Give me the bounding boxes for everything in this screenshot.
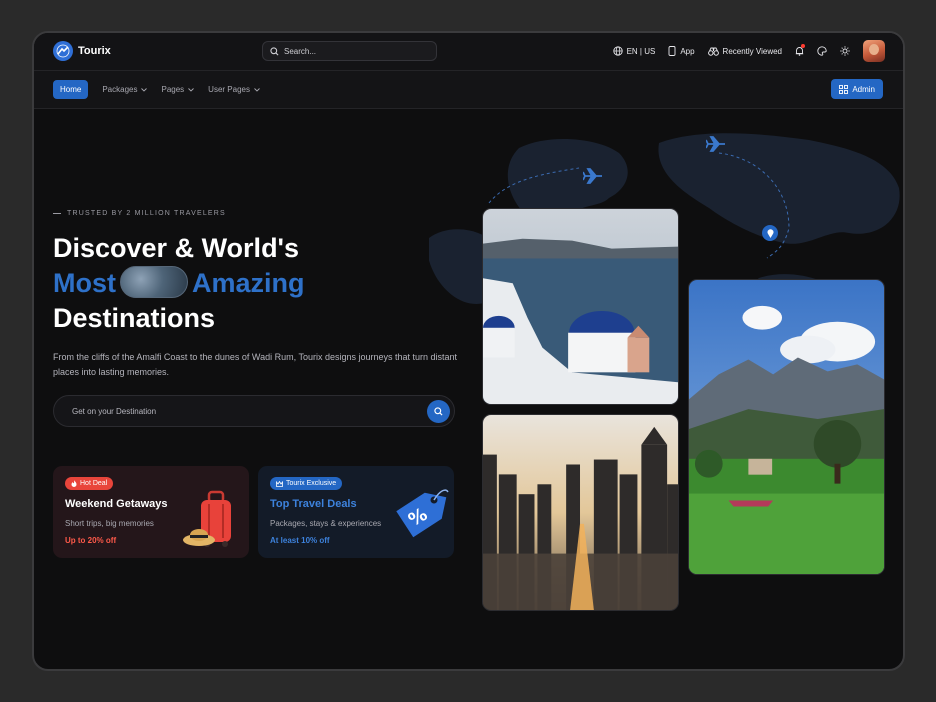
hero-title-amazing: Amazing bbox=[192, 268, 305, 298]
palette-icon bbox=[817, 46, 827, 56]
city-skyline-photo bbox=[482, 414, 679, 611]
hot-deal-badge: Hot Deal bbox=[65, 477, 114, 490]
badge-label: Hot Deal bbox=[80, 480, 108, 487]
card-subtitle: Short trips, big memories bbox=[65, 519, 154, 528]
sun-icon bbox=[840, 46, 850, 56]
header-tools: EN | US App Recently Viewed bbox=[612, 40, 885, 62]
nav-item-packages[interactable]: Packages bbox=[102, 80, 148, 99]
globe-icon bbox=[612, 46, 623, 56]
recently-viewed-link[interactable]: Recently Viewed bbox=[707, 46, 782, 56]
destination-search[interactable]: Get on your Destination bbox=[53, 395, 455, 427]
map-pin-icon bbox=[762, 225, 778, 241]
card-offer: Up to 20% off bbox=[65, 536, 117, 545]
nav-item-label: Packages bbox=[102, 85, 138, 94]
app-label: App bbox=[680, 46, 695, 56]
hero-title-line2: Most Amazing bbox=[53, 266, 305, 301]
chevron-down-icon bbox=[254, 87, 260, 92]
admin-button[interactable]: Admin bbox=[831, 79, 883, 99]
search-icon bbox=[434, 407, 443, 416]
card-offer: At least 10% off bbox=[270, 536, 330, 545]
notification-dot bbox=[801, 44, 805, 48]
santorini-photo bbox=[482, 208, 679, 405]
binoculars-icon bbox=[707, 47, 719, 56]
nav-item-user-pages[interactable]: User Pages bbox=[208, 80, 260, 99]
nav-bar: Home Packages Pages User Pages Admin bbox=[34, 71, 903, 109]
logo-icon bbox=[53, 41, 73, 61]
admin-label: Admin bbox=[852, 84, 875, 94]
chevron-down-icon bbox=[141, 87, 148, 92]
mountain-landscape-photo bbox=[688, 279, 885, 575]
top-bar: Tourix Search... EN | US App Recently Vi… bbox=[34, 33, 903, 71]
search-icon bbox=[270, 46, 279, 55]
hero-title-line1: Discover & World's bbox=[53, 233, 299, 263]
grid-icon bbox=[839, 84, 849, 94]
card-title: Weekend Getaways bbox=[65, 498, 168, 510]
crown-icon bbox=[276, 480, 283, 487]
nav-item-label: Home bbox=[60, 85, 82, 94]
hero-title-line3: Destinations bbox=[53, 303, 216, 333]
brand-name: Tourix bbox=[78, 45, 111, 57]
main-nav: Home Packages Pages User Pages bbox=[53, 80, 264, 99]
search-bar[interactable]: Search... bbox=[262, 41, 437, 61]
flame-icon bbox=[71, 480, 77, 487]
nav-item-home[interactable]: Home bbox=[53, 80, 89, 99]
hero-inline-image bbox=[120, 266, 188, 298]
hero-description: From the cliffs of the Amalfi Coast to t… bbox=[53, 352, 458, 377]
user-avatar[interactable] bbox=[863, 40, 885, 62]
theme-palette-button[interactable] bbox=[817, 46, 827, 56]
hero-eyebrow: TRUSTED BY 2 MILLION TRAVELERS bbox=[53, 210, 226, 217]
app-link[interactable]: App bbox=[668, 46, 695, 56]
nav-item-label: Pages bbox=[161, 85, 185, 94]
recently-viewed-label: Recently Viewed bbox=[722, 46, 782, 56]
brand-logo[interactable]: Tourix bbox=[53, 41, 111, 61]
suitcase-hat-illustration bbox=[183, 490, 231, 547]
destination-search-button[interactable] bbox=[427, 400, 450, 423]
promo-card-top-travel-deals[interactable]: Tourix Exclusive Top Travel Deals Packag… bbox=[258, 466, 454, 558]
card-subtitle: Packages, stays & experiences bbox=[270, 519, 382, 528]
promo-card-weekend-getaways[interactable]: Hot Deal Weekend Getaways Short trips, b… bbox=[53, 466, 249, 558]
discount-tag-illustration: % bbox=[396, 489, 449, 538]
language-label: EN | US bbox=[626, 46, 656, 56]
notifications-button[interactable] bbox=[795, 44, 805, 56]
app-window: Tourix Search... EN | US App Recently Vi… bbox=[32, 31, 905, 671]
card-title: Top Travel Deals bbox=[270, 498, 357, 510]
plane-icon bbox=[583, 168, 602, 184]
exclusive-badge: Tourix Exclusive bbox=[270, 477, 343, 490]
nav-item-pages[interactable]: Pages bbox=[161, 80, 194, 99]
chevron-down-icon bbox=[188, 87, 194, 92]
hero-title: Discover & World's Most Amazing Destinati… bbox=[53, 231, 305, 336]
phone-icon bbox=[668, 46, 676, 56]
plane-icon bbox=[706, 136, 725, 152]
language-selector[interactable]: EN | US bbox=[612, 46, 656, 56]
destination-input[interactable]: Get on your Destination bbox=[72, 407, 156, 416]
theme-toggle-button[interactable] bbox=[840, 46, 850, 56]
nav-item-label: User Pages bbox=[208, 85, 250, 94]
hero-title-most: Most bbox=[53, 268, 116, 298]
search-input[interactable]: Search... bbox=[284, 47, 316, 56]
badge-label: Tourix Exclusive bbox=[286, 480, 337, 487]
